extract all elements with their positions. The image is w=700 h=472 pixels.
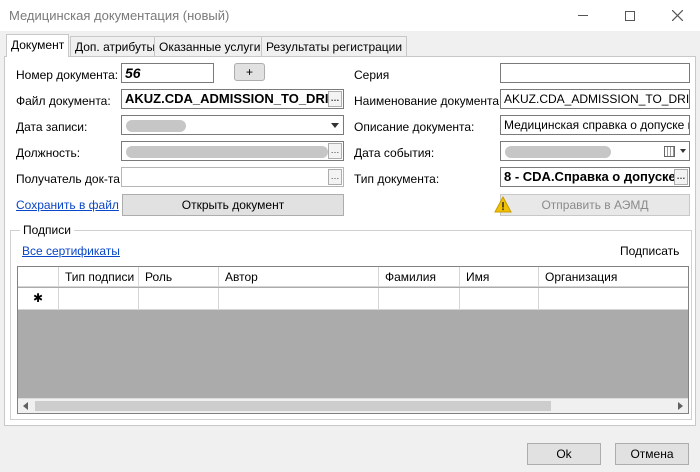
sign-button[interactable]: Подписать [620, 244, 679, 258]
doc-name-label: Наименование документа: [354, 94, 503, 108]
open-document-button[interactable]: Открыть документ [122, 194, 344, 216]
browse-doc-type-button[interactable]: … [674, 169, 688, 185]
signatures-grid[interactable]: Тип подписи Роль Автор Фамилия Имя Орган… [17, 266, 689, 414]
chevron-down-icon[interactable] [678, 143, 688, 159]
tab-document[interactable]: Документ [6, 34, 70, 57]
send-to-aemd-label: Отправить в АЭМД [541, 198, 649, 212]
close-button[interactable] [654, 0, 700, 31]
table-cell[interactable] [379, 288, 460, 310]
column-header-surname[interactable]: Фамилия [379, 267, 460, 287]
send-to-aemd-button[interactable]: Отправить в АЭМД [494, 194, 690, 216]
doc-desc-input[interactable]: Медицинская справка о допуске к уп [500, 115, 690, 135]
scroll-left-icon[interactable] [23, 402, 28, 410]
maximize-icon [625, 10, 635, 21]
redacted-value [126, 120, 186, 132]
minimize-icon [578, 15, 588, 16]
event-date-picker[interactable] [500, 141, 690, 161]
table-cell[interactable] [139, 288, 219, 310]
save-to-file-link[interactable]: Сохранить в файл [16, 198, 119, 212]
scroll-right-icon[interactable] [678, 402, 683, 410]
maximize-button[interactable] [607, 0, 653, 31]
doc-number-label: Номер документа: [16, 68, 119, 82]
close-icon [671, 10, 683, 21]
record-date-select[interactable] [121, 115, 344, 135]
browse-file-button[interactable]: … [328, 91, 342, 107]
tab-services[interactable]: Оказанные услуги [154, 36, 266, 56]
tab-extra-attributes[interactable]: Доп. атрибуты [70, 36, 161, 56]
table-cell[interactable] [539, 288, 688, 310]
add-button[interactable]: + [234, 63, 265, 81]
doc-desc-label: Описание документа: [354, 120, 475, 134]
title-bar: Медицинская документация (новый) [0, 0, 700, 31]
redacted-value [505, 146, 611, 158]
table-row-new[interactable]: ✱ [18, 288, 688, 310]
tab-registration-results[interactable]: Результаты регистрации [261, 36, 408, 56]
window-title: Медицинская документация (новый) [9, 8, 230, 23]
column-header-signature-type[interactable]: Тип подписи [59, 267, 139, 287]
position-input[interactable]: … [121, 141, 344, 161]
series-input[interactable] [500, 63, 690, 83]
ok-button[interactable]: Ok [527, 443, 601, 465]
doc-number-input[interactable]: 56 [121, 63, 214, 83]
column-header-organization[interactable]: Организация [539, 267, 688, 287]
browse-position-button[interactable]: … [328, 143, 342, 159]
record-date-label: Дата записи: [16, 120, 88, 134]
redacted-value [126, 146, 328, 158]
new-row-marker: ✱ [18, 288, 59, 310]
doc-file-label: Файл документа: [16, 94, 111, 108]
doc-file-value: AKUZ.CDA_ADMISSION_TO_DRIVI [125, 91, 341, 106]
chevron-down-icon[interactable] [327, 117, 342, 133]
event-date-label: Дата события: [354, 146, 435, 160]
doc-name-input[interactable]: AKUZ.CDA_ADMISSION_TO_DRIVING [500, 89, 690, 109]
calendar-icon[interactable] [664, 146, 675, 157]
minimize-button[interactable] [560, 0, 606, 31]
horizontal-scrollbar[interactable] [18, 398, 688, 413]
doc-file-input[interactable]: AKUZ.CDA_ADMISSION_TO_DRIVI … [121, 89, 344, 109]
browse-recipient-button[interactable]: … [328, 169, 342, 185]
grid-header: Тип подписи Роль Автор Фамилия Имя Орган… [18, 267, 688, 287]
doc-type-value: 8 - CDA.Справка о допуске к [504, 169, 686, 184]
table-cell[interactable] [219, 288, 379, 310]
column-header-name[interactable]: Имя [460, 267, 539, 287]
warning-icon [494, 196, 512, 213]
recipient-input[interactable]: … [121, 167, 344, 187]
table-cell[interactable] [460, 288, 539, 310]
column-header-author[interactable]: Автор [219, 267, 379, 287]
doc-type-input[interactable]: 8 - CDA.Справка о допуске к … [500, 167, 690, 187]
signatures-group-title: Подписи [20, 223, 74, 237]
cancel-button[interactable]: Отмена [615, 443, 689, 465]
recipient-label: Получатель док-та [16, 172, 120, 186]
series-label: Серия [354, 68, 390, 82]
scrollbar-thumb[interactable] [35, 401, 551, 411]
all-certificates-link[interactable]: Все сертификаты [22, 244, 120, 258]
doc-type-label: Тип документа: [354, 172, 440, 186]
column-header-role[interactable]: Роль [139, 267, 219, 287]
table-cell[interactable] [59, 288, 139, 310]
row-header-corner [18, 267, 59, 287]
position-label: Должность: [16, 146, 81, 160]
